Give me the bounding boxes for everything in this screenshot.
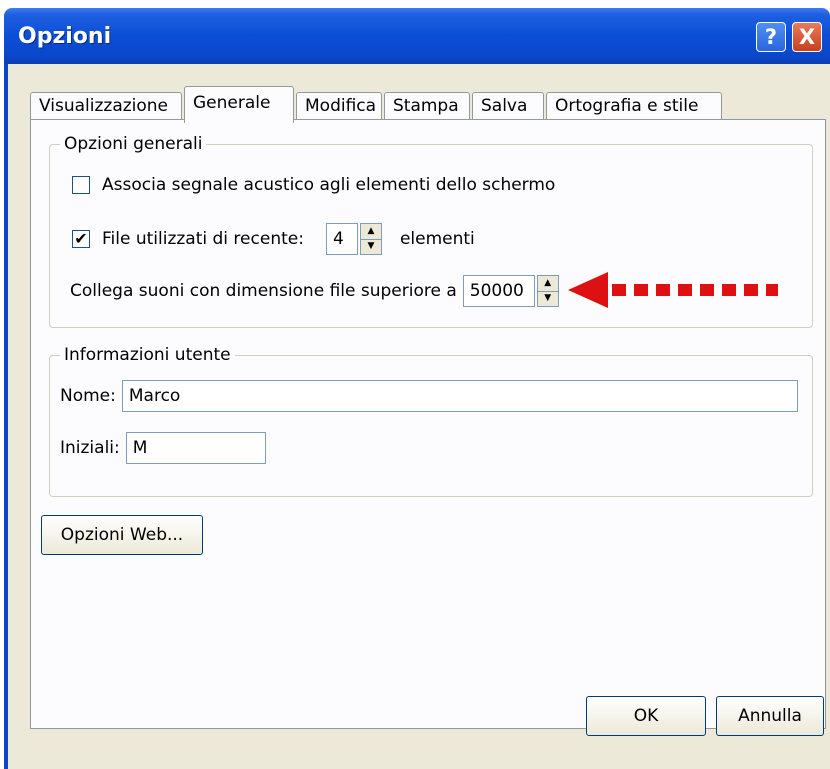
recent-files-suffix: elementi [399,229,475,249]
ok-button[interactable]: OK [586,696,706,736]
spinner-down-icon[interactable]: ▼ [538,292,558,307]
tab-stampa[interactable]: Stampa [384,92,470,122]
initials-row: Iniziali: M [60,432,266,464]
web-options-button[interactable]: Opzioni Web... [41,515,203,555]
tab-salva[interactable]: Salva [472,92,544,122]
user-info-group: Informazioni utente Nome: Marco Iniziali… [49,345,813,497]
beep-option-row: Associa segnale acustico agli elementi d… [72,175,555,195]
window-title: Opzioni [18,24,112,49]
recent-files-count-input[interactable]: 4 [325,223,358,255]
initials-label: Iniziali: [60,438,120,458]
name-input[interactable]: Marco [121,380,798,412]
recent-files-checkbox[interactable]: ✔ [72,230,90,248]
close-button[interactable]: X [792,22,822,52]
general-options-legend: Opzioni generali [60,134,207,154]
dialog-body: Visualizzazione Generale Modifica Stampa… [4,64,830,769]
user-info-legend: Informazioni utente [60,345,235,365]
generale-panel: Opzioni generali Associa segnale acustic… [30,119,826,729]
initials-input[interactable]: M [125,432,266,464]
name-row: Nome: Marco [60,380,798,412]
help-button[interactable]: ? [756,22,786,52]
tab-visualizzazione[interactable]: Visualizzazione [30,92,182,122]
spinner-up-icon[interactable]: ▲ [537,276,558,292]
recent-files-row: ✔ File utilizzati di recente: 4 ▲ ▼ elem… [72,223,475,255]
tab-generale[interactable]: Generale [184,86,294,123]
sound-size-row: Collega suoni con dimensione file superi… [70,275,559,307]
beep-checkbox[interactable] [72,176,90,194]
sound-size-spinner[interactable]: ▲ ▼ [536,275,559,307]
tab-ortografia-e-stile[interactable]: Ortografia e stile [546,92,722,122]
tab-modifica[interactable]: Modifica [296,92,382,122]
red-dotted-arrow-icon [568,272,778,308]
sound-size-input[interactable]: 50000 [462,275,535,307]
cancel-button[interactable]: Annulla [716,696,824,736]
beep-checkbox-label: Associa segnale acustico agli elementi d… [102,175,556,195]
recent-files-label: File utilizzati di recente: [102,229,304,249]
spinner-up-icon[interactable]: ▲ [360,224,381,240]
spinner-down-icon[interactable]: ▼ [361,240,381,255]
sound-size-label: Collega suoni con dimensione file superi… [70,281,457,301]
name-label: Nome: [60,386,116,406]
options-dialog: Opzioni ? X Visualizzazione Generale Mod… [4,0,830,769]
recent-files-spinner[interactable]: ▲ ▼ [359,223,382,255]
title-bar[interactable]: Opzioni ? X [4,8,830,64]
